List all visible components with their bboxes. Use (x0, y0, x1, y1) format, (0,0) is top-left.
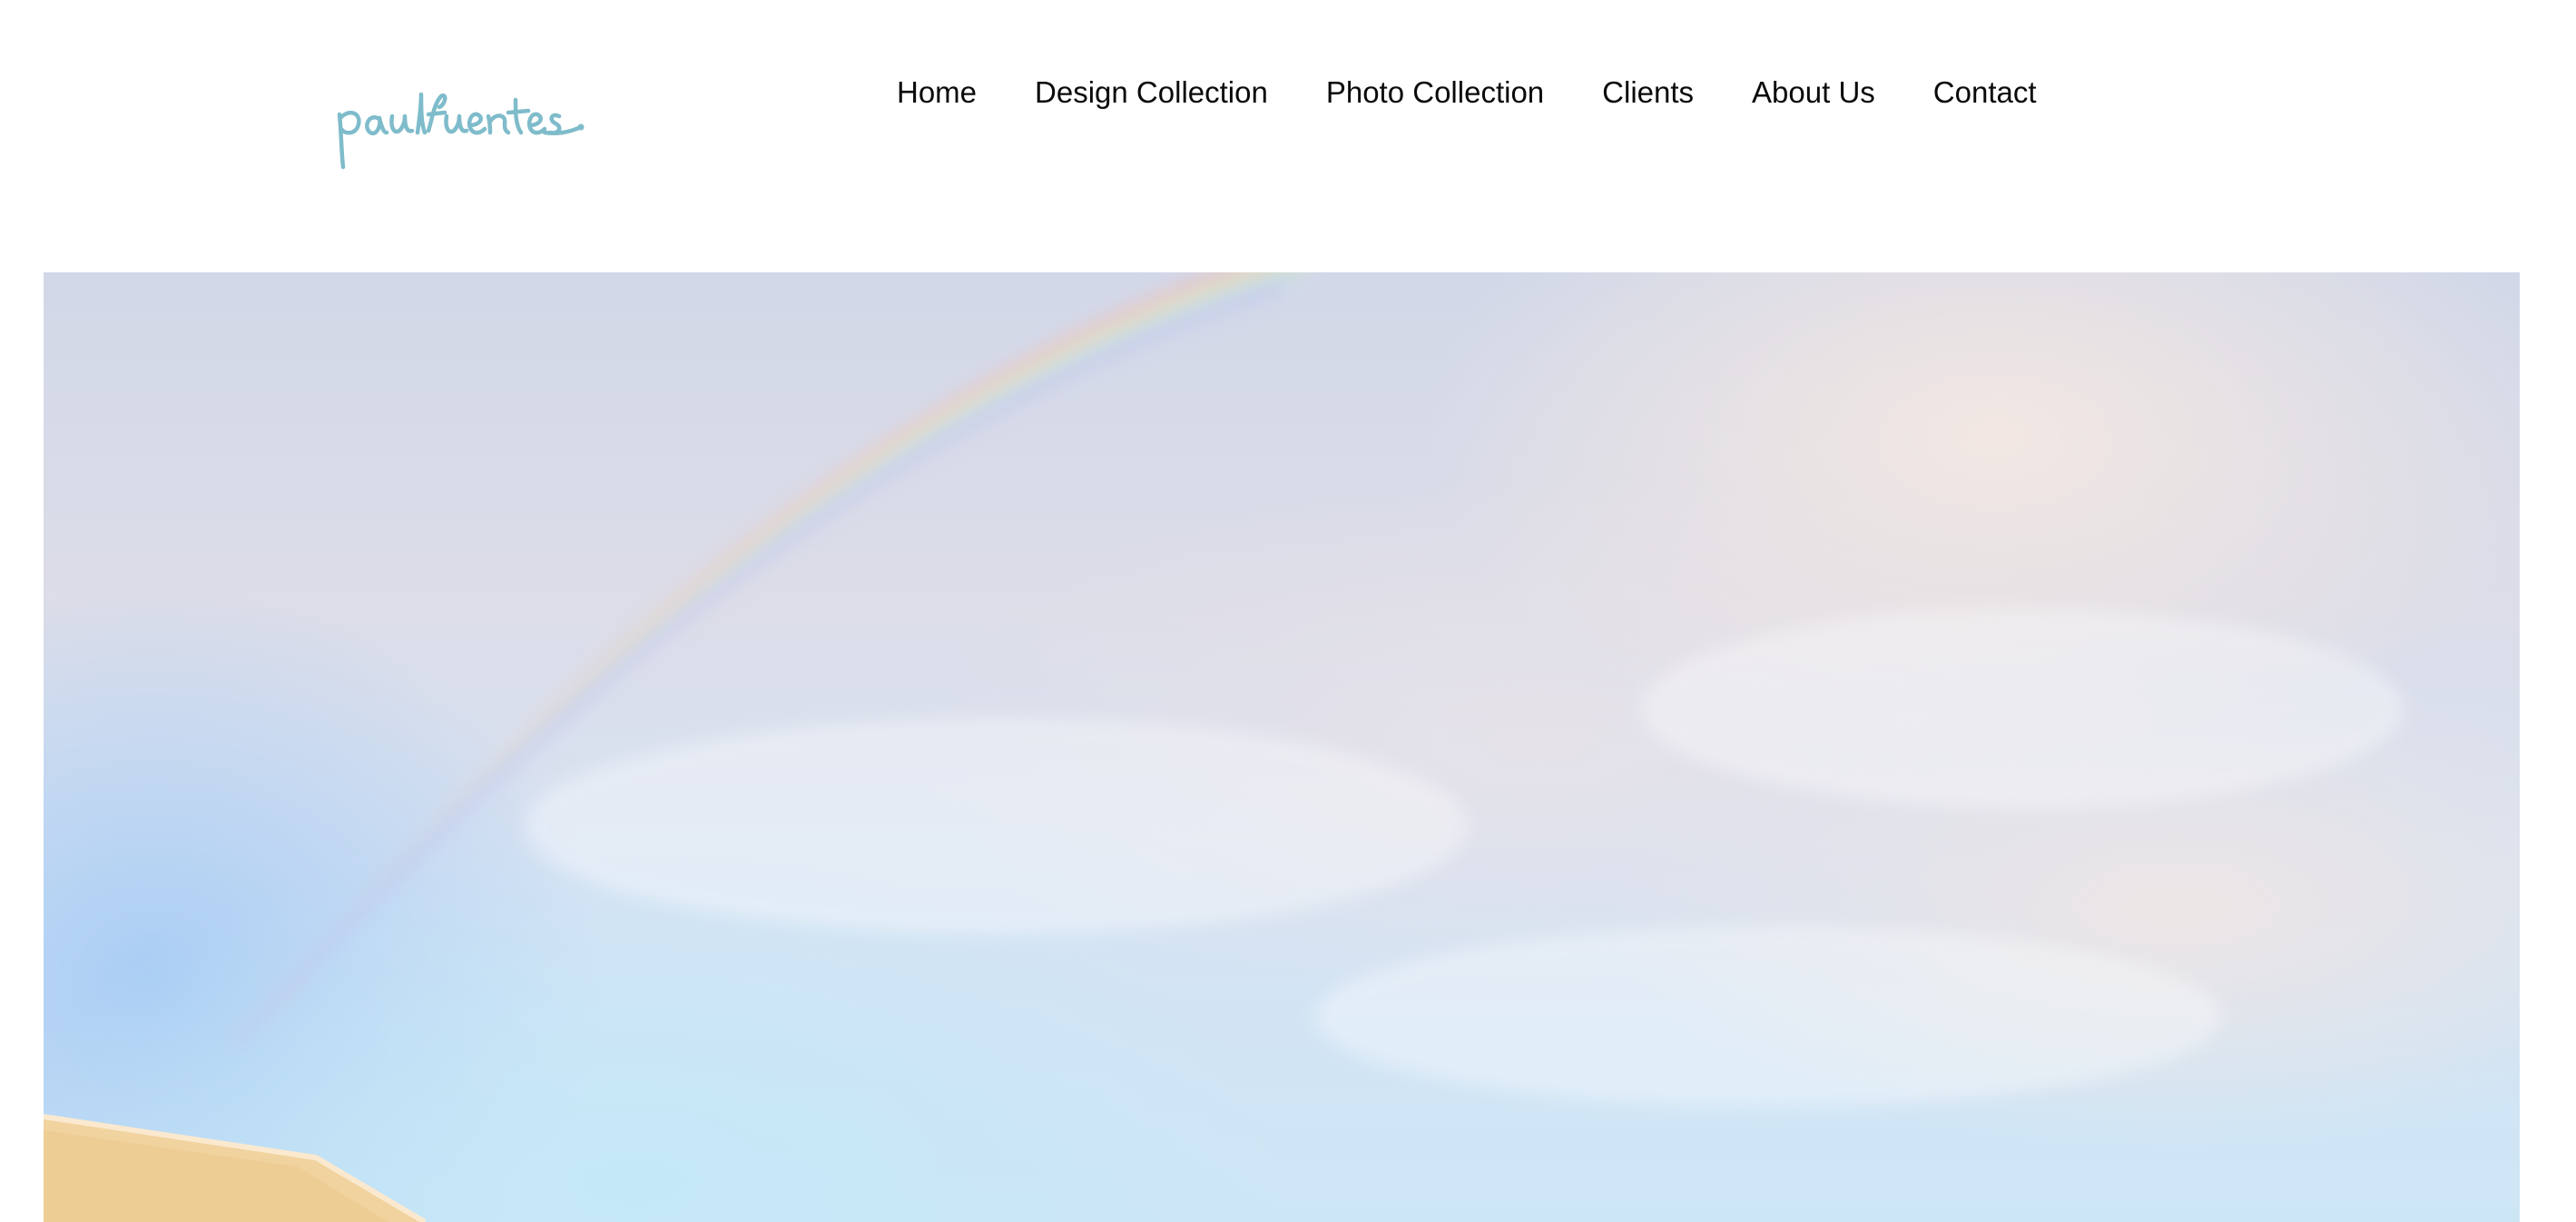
nav-item-clients[interactable]: Clients (1602, 71, 1694, 114)
nav-item-photo-collection[interactable]: Photo Collection (1326, 71, 1544, 114)
nav-item-home[interactable]: Home (897, 71, 977, 114)
page: Home Design Collection Photo Collection … (0, 0, 2576, 1222)
logo-link[interactable] (330, 87, 594, 174)
sky-rainbow-graphic (44, 272, 2404, 1222)
paulfuentes-logo (337, 92, 585, 170)
main-nav: Home Design Collection Photo Collection … (897, 71, 2037, 114)
site-header: Home Design Collection Photo Collection … (0, 0, 2576, 272)
nav-item-design-collection[interactable]: Design Collection (1035, 71, 1268, 114)
nav-item-about-us[interactable]: About Us (1752, 71, 1875, 114)
clouds (525, 608, 2404, 1108)
rainbow (229, 272, 1303, 1049)
hero-image (44, 272, 2520, 1222)
nav-item-contact[interactable]: Contact (1933, 71, 2037, 114)
rooftop (44, 1114, 427, 1222)
